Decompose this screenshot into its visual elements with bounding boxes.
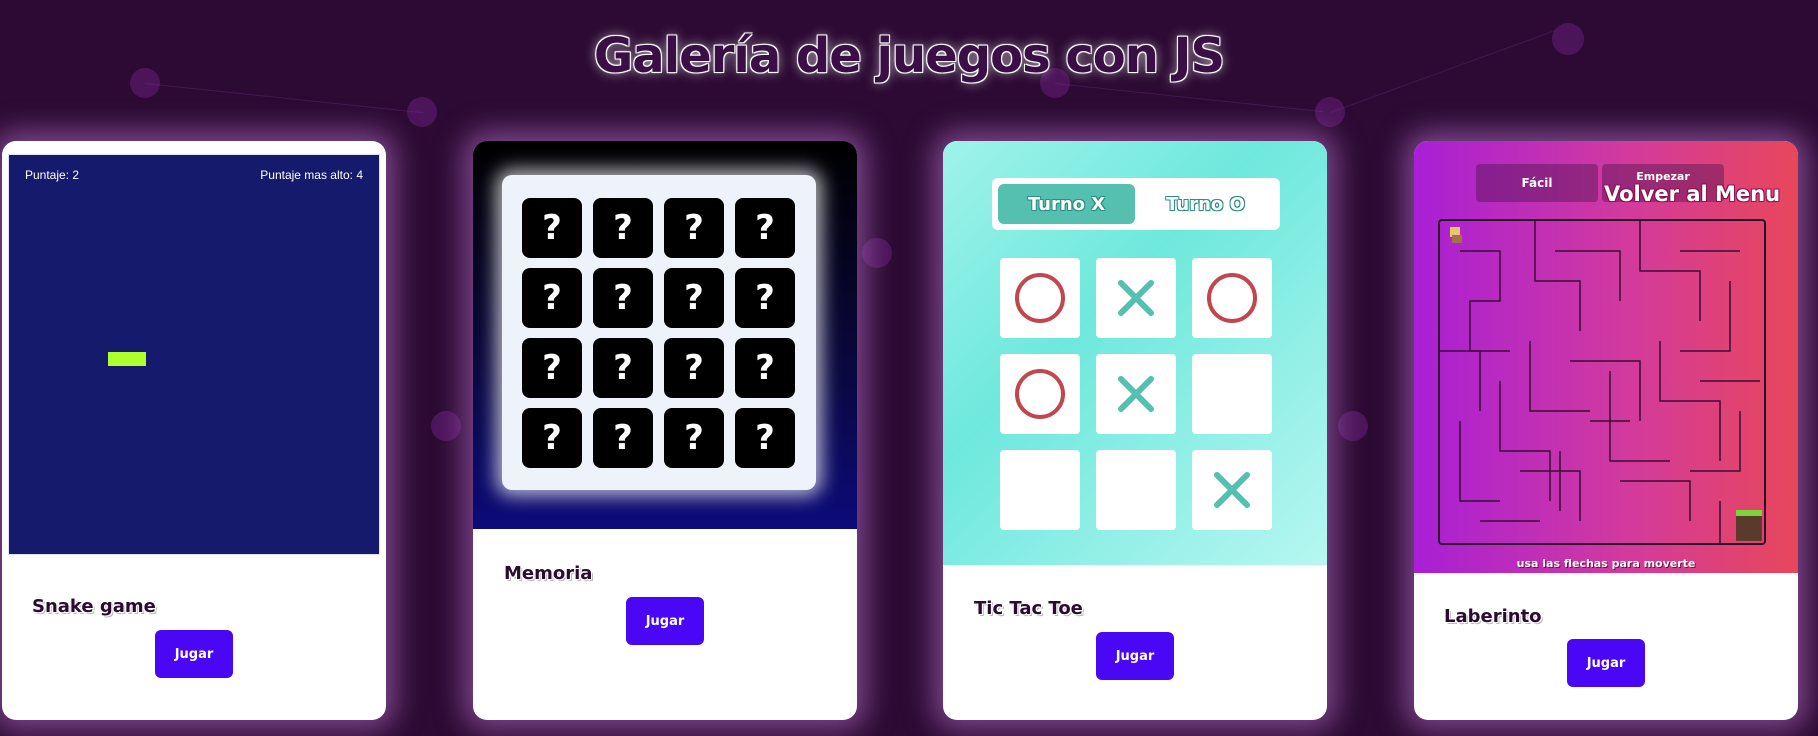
memory-tile: ? [522, 268, 582, 328]
game-name: Tic Tac Toe [974, 598, 1083, 619]
snake-score: Puntaje: 2 [25, 168, 80, 182]
memory-tile: ? [735, 408, 795, 468]
tictactoe-preview: Turno X Turno O [943, 141, 1327, 565]
memory-tile: ? [735, 268, 795, 328]
memory-tile: ? [735, 338, 795, 398]
game-card-tictactoe: Turno X Turno O Tic Tac Toe Jugar [943, 141, 1327, 720]
maze-walls [1440, 221, 1762, 543]
snake-high-score: Puntaje mas alto: 4 [260, 168, 363, 182]
turn-x-tab: Turno X [998, 184, 1135, 224]
memory-tile: ? [593, 198, 653, 258]
page-title: Galería de juegos con JS [593, 28, 1225, 84]
x-mark-icon [1214, 472, 1250, 508]
game-card-snake: Puntaje: 2 Puntaje mas alto: 4 Snake gam… [2, 141, 386, 720]
tictactoe-cell [1192, 258, 1272, 338]
maze-hint: usa las flechas para moverte [1516, 557, 1696, 570]
tictactoe-cell [1000, 354, 1080, 434]
tictactoe-cell [1096, 450, 1176, 530]
snake-preview: Puntaje: 2 Puntaje mas alto: 4 [8, 154, 380, 555]
memory-tile: ? [522, 408, 582, 468]
play-snake-button[interactable]: Jugar [155, 630, 233, 678]
game-name: Laberinto [1444, 606, 1542, 627]
laberinto-preview: Fácil Empezar Volver al Menu usa las fle… [1414, 141, 1798, 573]
memory-tile: ? [735, 198, 795, 258]
memory-tile: ? [522, 198, 582, 258]
game-card-memoria: ? ? ? ? ? ? ? ? ? ? ? ? ? ? ? ? Memoria … [473, 141, 857, 720]
memory-tile: ? [522, 338, 582, 398]
maze-board [1438, 219, 1766, 545]
memory-tile: ? [664, 198, 724, 258]
tictactoe-cell [1096, 354, 1176, 434]
turn-o-tab: Turno O [1137, 184, 1274, 224]
play-tictactoe-button[interactable]: Jugar [1096, 632, 1174, 680]
tictactoe-cell [1000, 258, 1080, 338]
o-mark-icon [1015, 273, 1065, 323]
easy-button: Fácil [1476, 164, 1598, 202]
memory-tile: ? [593, 338, 653, 398]
tictactoe-board [1000, 258, 1272, 530]
turn-indicator: Turno X Turno O [992, 178, 1280, 230]
play-memoria-button[interactable]: Jugar [626, 597, 704, 645]
tictactoe-cell [1096, 258, 1176, 338]
memory-tile: ? [593, 268, 653, 328]
snake-body [108, 352, 146, 366]
memory-tile: ? [593, 408, 653, 468]
game-name: Memoria [504, 563, 593, 584]
memory-tile: ? [664, 268, 724, 328]
o-mark-icon [1015, 369, 1065, 419]
x-mark-icon [1118, 376, 1154, 412]
tictactoe-cell [1192, 354, 1272, 434]
game-name: Snake game [32, 596, 156, 617]
play-laberinto-button[interactable]: Jugar [1567, 639, 1645, 687]
memory-tile: ? [664, 338, 724, 398]
memoria-board: ? ? ? ? ? ? ? ? ? ? ? ? ? ? ? ? [502, 175, 816, 490]
x-mark-icon [1118, 280, 1154, 316]
tictactoe-cell [1000, 450, 1080, 530]
back-menu-label: Volver al Menu [1604, 182, 1781, 206]
tictactoe-cell [1192, 450, 1272, 530]
game-card-laberinto: Fácil Empezar Volver al Menu usa las fle… [1414, 141, 1798, 720]
memory-tile: ? [664, 408, 724, 468]
memoria-preview: ? ? ? ? ? ? ? ? ? ? ? ? ? ? ? ? [473, 141, 857, 529]
o-mark-icon [1207, 273, 1257, 323]
